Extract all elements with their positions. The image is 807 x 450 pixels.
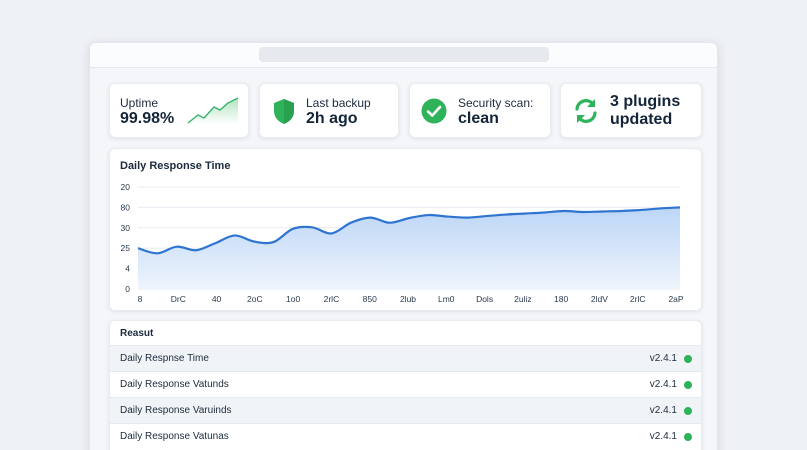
browser-window: Uptime 99.98% Last backup 2h ago Securit…: [89, 42, 718, 450]
security-scan-label: Security scan:: [458, 96, 534, 110]
row-version: v2.4.1: [649, 431, 677, 442]
x-tick-label: 2uliz: [514, 294, 531, 304]
uptime-label: Uptime: [120, 96, 159, 110]
row-name: Daily Response Vatunas: [120, 431, 229, 442]
refresh-icon: [575, 99, 597, 123]
table-header: Reasut: [120, 328, 154, 339]
table-row[interactable]: Daily Response Vatunds v2.4.1: [110, 371, 701, 397]
x-tick-label: DrC: [171, 294, 186, 304]
row-version: v2.4.1: [649, 405, 677, 416]
row-name: Daily Response Vatunds: [120, 379, 229, 390]
status-dot: [684, 355, 692, 363]
series-area: [138, 207, 680, 289]
status-dot: [684, 407, 692, 415]
x-tick-label: Dols: [476, 294, 493, 304]
x-tick-label: 40: [212, 294, 222, 304]
x-tick-label: 8: [138, 294, 143, 304]
results-table: Reasut Daily Respnse Time v2.4.1 Daily R…: [109, 320, 702, 450]
x-tick-label: 1o0: [286, 294, 300, 304]
uptime-card: Uptime 99.98%: [109, 83, 249, 138]
shield-icon: [274, 99, 294, 124]
y-tick-label: 25: [121, 243, 131, 253]
uptime-value: 99.98%: [120, 110, 175, 127]
backup-label: Last backup: [306, 96, 371, 110]
x-tick-label: 2aP: [668, 294, 683, 304]
response-time-chart-card: Daily Response Time 20 80 30 25 4 0 8 DrC 40 2oC 1…: [109, 148, 702, 311]
y-tick-label: 80: [121, 202, 131, 212]
response-time-chart: 20803025408 DrC 40 2oC 1o0 2rlC 850 2lub Lm0 Dols…: [121, 182, 684, 304]
address-bar[interactable]: [259, 47, 549, 62]
security-scan-card: Security scan: clean: [409, 83, 551, 138]
backup-value: 2h ago: [306, 110, 358, 127]
table-row[interactable]: Daily Respnse Time v2.4.1: [110, 345, 701, 371]
x-tick-label: Lm0: [438, 294, 455, 304]
x-tick-label: 2rlC: [324, 294, 340, 304]
y-tick-label: 0: [125, 284, 130, 294]
plugins-card: 3 plugins updated: [560, 83, 702, 138]
table-row[interactable]: Daily Response Vatunas v2.4.1: [110, 423, 701, 449]
plugins-value-line-2: updated: [610, 111, 673, 128]
y-tick-label: 30: [121, 223, 131, 233]
x-tick-label: 2lub: [400, 294, 416, 304]
table-row[interactable]: Daily Response Varuinds v2.4.1: [110, 397, 701, 423]
check-circle-icon: [421, 98, 447, 124]
title-bar: [90, 43, 717, 68]
plugins-value-line-1: 3 plugins: [610, 93, 681, 110]
sparkline-icon: [187, 97, 239, 124]
x-tick-label: 180: [554, 294, 568, 304]
status-dot: [684, 433, 692, 441]
row-version: v2.4.1: [649, 379, 677, 390]
y-tick-label: 20: [121, 182, 131, 192]
x-tick-label: 2oC: [247, 294, 263, 304]
row-name: Daily Respnse Time: [120, 353, 209, 364]
row-version: v2.4.1: [649, 353, 677, 364]
backup-card: Last backup 2h ago: [259, 83, 399, 138]
y-tick-label: 4: [125, 264, 130, 274]
x-tick-label: 2ldV: [591, 294, 608, 304]
x-tick-label: 850: [363, 294, 377, 304]
row-name: Daily Response Varuinds: [120, 405, 232, 416]
x-tick-label: 2rlC: [630, 294, 646, 304]
security-scan-value: clean: [458, 110, 499, 127]
status-dot: [684, 381, 692, 389]
plugins-value: 3 plugins updated: [610, 93, 680, 129]
